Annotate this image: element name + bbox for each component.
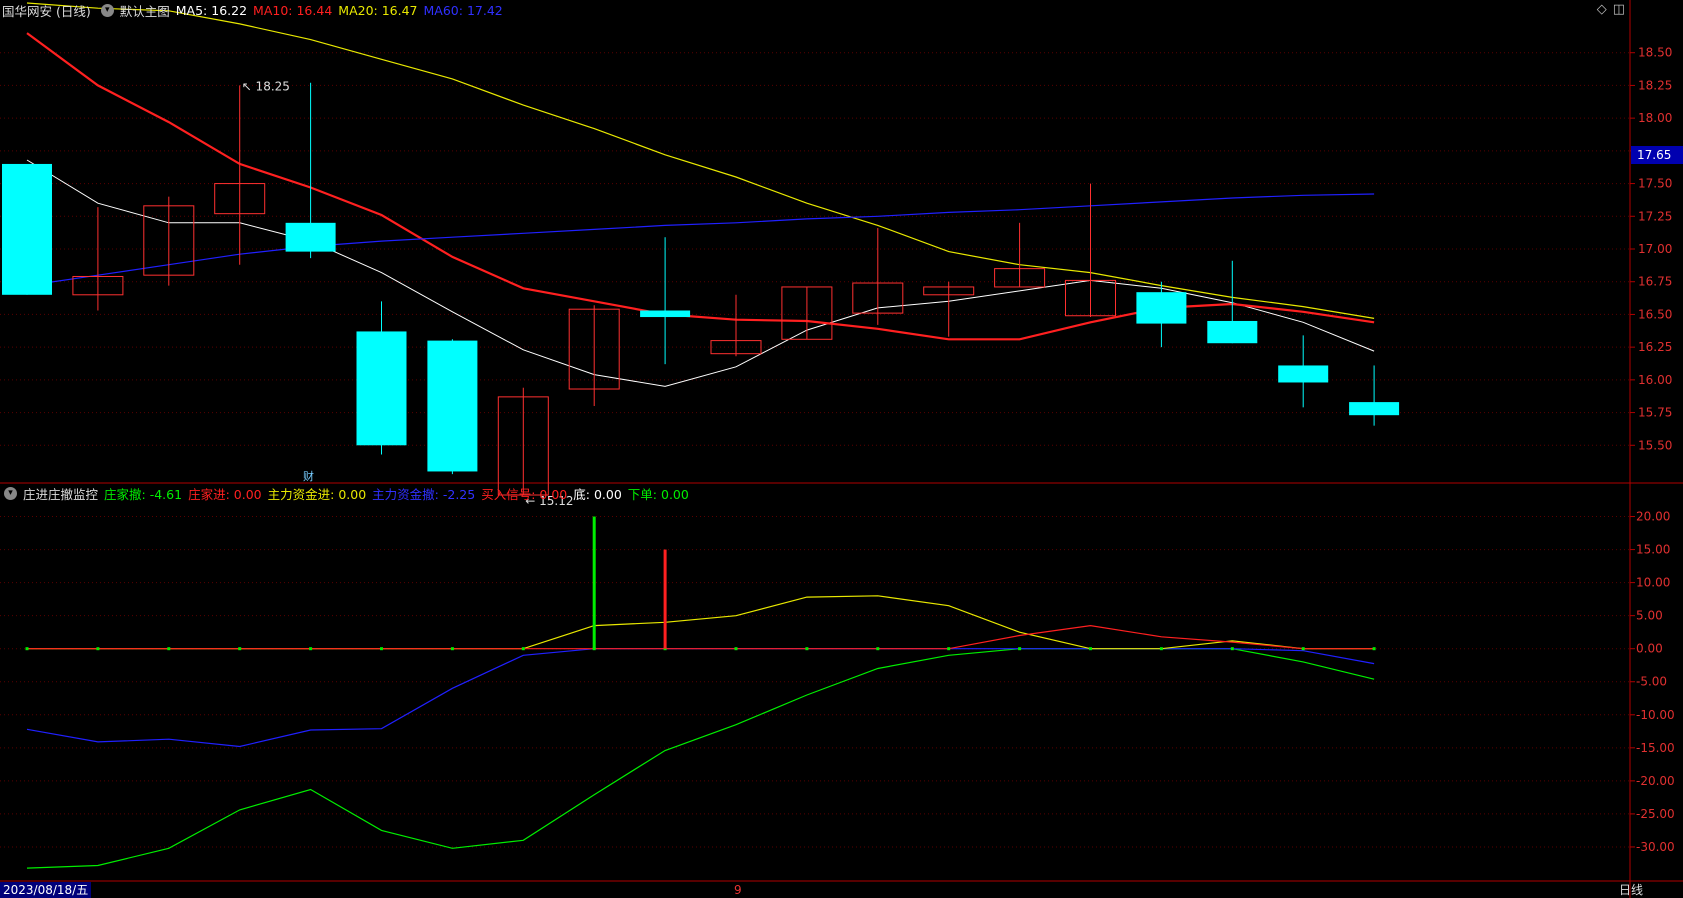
main-tick-label: 17.25 [1638,209,1672,223]
ind-line [27,624,1375,650]
candle-body [1349,402,1400,416]
ind-tick-label: -15.00 [1636,741,1675,755]
ma-line-ma5 [26,159,1375,387]
ind-zero-dot [1089,647,1092,651]
main-tick-label: 17.00 [1638,242,1672,256]
ind-tick-label: -25.00 [1636,807,1675,821]
ind-signal-bar [663,549,667,649]
main-tick-label: 15.75 [1638,406,1672,420]
candle-body [356,331,407,446]
ind-tick-label: 0.00 [1636,642,1663,656]
ind-zero-dot [947,647,951,651]
ind-zero-dot [1372,647,1376,651]
chart-window-controls: ◇ ◫ [1597,2,1625,17]
main-tick-label: 16.25 [1638,340,1672,354]
ind-tick-label: -10.00 [1636,708,1675,722]
ind-zhuli-che: 主力资金撤: -2.25 [372,486,476,502]
ind-zero-dot [521,647,525,651]
ind-signal-bar [592,516,596,649]
candle-body [427,340,478,472]
main-tick-label: 18.00 [1638,111,1672,125]
ind-zero-dot [238,647,242,651]
ma-line-ma20 [26,2,1375,319]
ind-zero-dot [450,647,454,651]
ind-zero-dot [96,647,100,651]
main-tick-label: 16.75 [1638,275,1672,289]
ind-zero-dot [1301,647,1305,651]
main-tick-label: 17.50 [1638,177,1672,191]
ind-tick-label: 5.00 [1636,609,1663,623]
chart-canvas[interactable]: 18.5018.2518.0017.7517.5017.2517.0016.75… [0,0,1683,898]
candle-body [640,310,691,318]
candle-body [2,163,52,295]
ma60-label: MA60: 17.42 [423,2,503,18]
main-tick-label: 18.50 [1638,46,1672,60]
ma10-label: MA10: 16.44 [253,2,333,18]
ind-line [26,648,1375,748]
cursor-date: 2023/08/18/五 [0,882,92,898]
indicator-name[interactable]: 庄进庄撤监控 [23,484,98,503]
candle-body [1278,365,1329,383]
candle-body [285,222,336,252]
ind-xiadan: 下单: 0.00 [627,486,689,502]
ma-line-ma60 [26,193,1375,287]
ind-zhuang-jin: 庄家进: 0.00 [188,486,262,502]
ind-zero-dot [167,647,171,651]
ind-zero-dot [1230,647,1234,651]
ma20-label: MA20: 16.47 [338,2,418,18]
ind-zhuli-jin: 主力资金进: 0.00 [267,486,367,502]
ind-zero-dot [876,647,880,651]
ind-tick-label: 10.00 [1636,576,1670,590]
ind-zero-dot [309,647,313,651]
ind-di: 底: 0.00 [573,486,622,502]
current-price-tag: 17.65 [1631,146,1683,164]
main-tick-label: 16.00 [1638,373,1672,387]
diamond-icon[interactable]: ◇ [1597,2,1607,17]
finance-marker[interactable]: 财 [303,468,314,484]
ind-zhuang-che: 庄家撤: -4.61 [104,486,183,502]
indicator-header: ▾ 庄进庄撤监控 庄家撤: -4.61 庄家进: 0.00 主力资金进: 0.0… [0,483,695,503]
template-name[interactable]: 默认主图 [120,1,170,20]
candle-body [1136,292,1187,324]
ind-zero-dot [1018,647,1022,651]
ind-tick-label: -5.00 [1636,675,1667,689]
indicator-dropdown-icon[interactable]: ▾ [4,486,17,500]
main-chart-header: 国华网安 (日线) ▾ 默认主图 MA5: 16.22 MA10: 16.44 … [0,0,509,20]
main-tick-label: 16.50 [1638,307,1672,321]
template-dropdown-icon[interactable]: ▾ [100,3,114,17]
ind-zero-dot [734,647,738,651]
ind-tick-label: -30.00 [1636,840,1675,854]
ind-zero-dot [25,647,29,651]
ind-zero-dot [380,647,383,651]
stock-title: 国华网安 (日线) [2,3,91,19]
ind-line [27,595,1375,650]
candle-body [1207,320,1258,344]
ind-tick-label: 20.00 [1636,510,1670,524]
time-axis-bar: 2023/08/18/五 9 日线 [0,882,1683,898]
ind-zero-dot [1159,647,1163,651]
ind-zero-dot [805,647,809,651]
main-tick-label: 18.25 [1638,78,1672,92]
month-marker: 9 [734,883,742,897]
ind-tick-label: -20.00 [1636,774,1675,788]
ma5-label: MA5: 16.22 [175,2,248,18]
ind-tick-label: 15.00 [1636,543,1670,557]
main-tick-label: 15.50 [1638,438,1672,452]
ind-buy-signal: 买入信号: 0.00 [481,486,568,502]
window-icon[interactable]: ◫ [1613,2,1625,17]
period-tab[interactable]: 日线 [1619,882,1643,898]
high-annotation: ↖ 18.25 [242,79,290,93]
